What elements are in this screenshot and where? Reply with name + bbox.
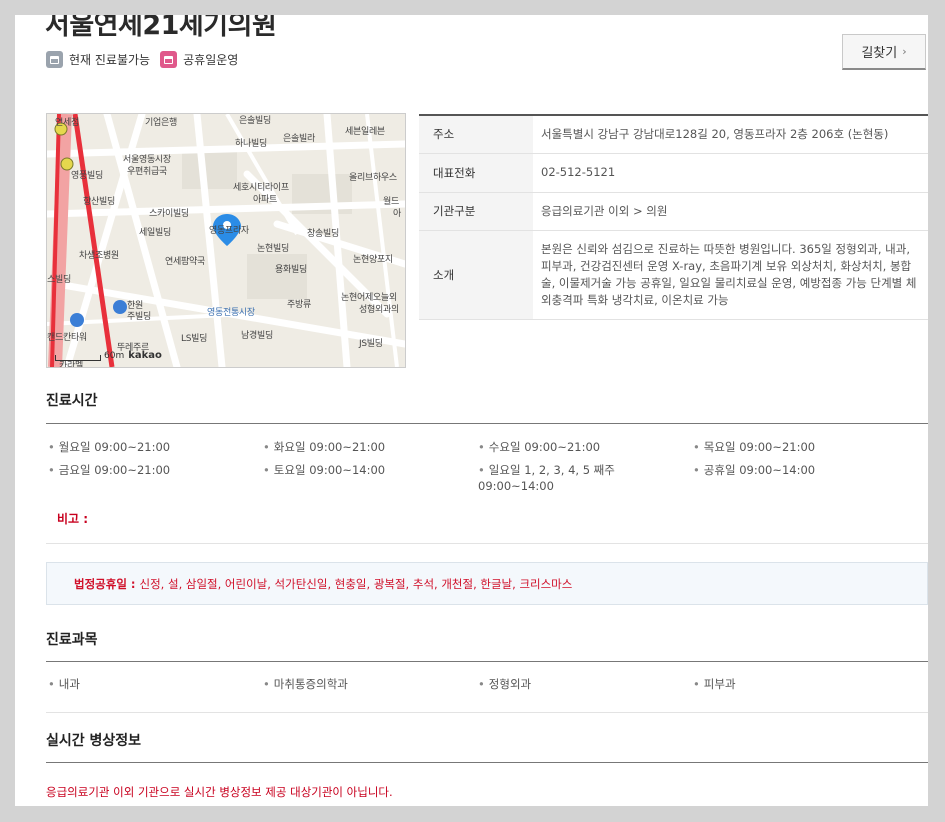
divider bbox=[46, 762, 928, 763]
clinic-name: 서울연세21세기의원 bbox=[45, 15, 277, 41]
map-label: 창송빌딩 bbox=[307, 229, 339, 239]
map-label: 캔드칸타워 bbox=[47, 333, 87, 343]
department-item: 내과 bbox=[48, 676, 80, 692]
beds-notice: 응급의료기관 이외 기관으로 실시간 병상정보 제공 대상기관이 아닙니다. bbox=[46, 785, 393, 799]
map-label: 올리브하우스 bbox=[349, 173, 397, 183]
map-label: 우편취급국 bbox=[127, 167, 167, 177]
divider bbox=[46, 661, 928, 662]
map-scale-label: 60m bbox=[104, 351, 125, 361]
map-label: 아파트 bbox=[253, 195, 277, 205]
divider bbox=[46, 423, 928, 424]
map-label: JS빌딩 bbox=[359, 339, 383, 349]
info-label: 대표전화 bbox=[419, 153, 533, 193]
beds-section-title: 실시간 병상정보 bbox=[46, 733, 142, 749]
directions-button-label: 길찾기 bbox=[861, 46, 898, 61]
legal-holidays-label: 법정공휴일 : bbox=[74, 576, 136, 591]
legal-holidays-box: 법정공휴일 : 신정, 설, 삼일절, 어린이날, 석가탄신일, 현충일, 광복… bbox=[46, 562, 928, 605]
departments-section-title: 진료과목 bbox=[46, 632, 98, 648]
map-label: 성형외과의 bbox=[359, 305, 399, 315]
divider bbox=[46, 712, 928, 713]
map-label: 은솔빌라 bbox=[283, 134, 315, 144]
schedule-item: 목요일 09:00~21:00 bbox=[693, 439, 893, 455]
divider bbox=[46, 543, 928, 544]
info-value: 본원은 신뢰와 섬김으로 진료하는 따뜻한 병원입니다. 365일 정형외과, … bbox=[533, 230, 928, 320]
schedule-item: 토요일 09:00~14:00 bbox=[263, 462, 463, 478]
map-label: LS빌딩 bbox=[181, 334, 208, 344]
info-row-phone: 대표전화 02-512-5121 bbox=[419, 153, 928, 193]
remark-label: 비고 : bbox=[57, 512, 89, 526]
map-label: 주방류 bbox=[287, 300, 311, 310]
location-map[interactable]: 연세점 기업은행 은솔빌딩 하나빌딩 은솔빌라 세븐일레븐 서울영동시장 우편취… bbox=[46, 113, 406, 368]
map-label: 스빌딩 bbox=[47, 275, 71, 285]
schedule-item: 월요일 09:00~21:00 bbox=[48, 439, 248, 455]
info-row-address: 주소 서울특별시 강남구 강남대로128길 20, 영동프라자 2층 206호 … bbox=[419, 115, 928, 154]
map-label: 영동전통시장 bbox=[207, 308, 255, 318]
map-label: 논현빌딩 bbox=[257, 244, 289, 254]
map-label: 스카이빌딩 bbox=[149, 209, 189, 219]
schedule-item: 금요일 09:00~21:00 bbox=[48, 462, 248, 478]
department-item: 정형외과 bbox=[478, 676, 531, 692]
clinic-info-table: 주소 서울특별시 강남구 강남대로128길 20, 영동프라자 2층 206호 … bbox=[419, 114, 928, 320]
map-label: 기업은행 bbox=[145, 118, 177, 128]
info-value: 서울특별시 강남구 강남대로128길 20, 영동프라자 2층 206호 (논현… bbox=[533, 115, 928, 154]
map-label: 세일빌딩 bbox=[139, 228, 171, 238]
schedule-item: 공휴일 09:00~14:00 bbox=[693, 462, 893, 478]
map-roads bbox=[47, 114, 405, 367]
map-label: 연세팜약국 bbox=[165, 257, 205, 267]
calendar-icon bbox=[46, 51, 63, 68]
department-item: 마취통증의학과 bbox=[263, 676, 348, 692]
chevron-right-icon: › bbox=[902, 45, 907, 58]
map-label: 연세점 bbox=[55, 118, 79, 128]
department-item: 피부과 bbox=[693, 676, 736, 692]
clinic-detail-panel: 서울연세21세기의원 현재 진료불가능 공휴일운영 길찾기 › 연세점 기업은행… bbox=[15, 15, 928, 806]
schedule-item: 일요일 1, 2, 3, 4, 5 째주 09:00~14:00 bbox=[478, 462, 638, 494]
hours-section-title: 진료시간 bbox=[46, 393, 98, 409]
map-scale: 60m kakao bbox=[55, 350, 162, 361]
status-badge-holiday: 공휴일운영 bbox=[183, 53, 239, 67]
map-label: 하나빌딩 bbox=[235, 139, 267, 149]
map-label: 주빌딩 bbox=[127, 312, 151, 322]
map-label: 은솔빌딩 bbox=[239, 116, 271, 126]
map-label: 영동프라자 bbox=[209, 226, 249, 236]
status-badges: 현재 진료불가능 공휴일운영 bbox=[46, 51, 248, 68]
map-label: 향산빌딩 bbox=[83, 197, 115, 207]
info-value: 02-512-5121 bbox=[533, 153, 928, 193]
legal-holidays-value: 신정, 설, 삼일절, 어린이날, 석가탄신일, 현충일, 광복절, 추석, 개… bbox=[139, 576, 573, 591]
info-row-intro: 소개 본원은 신뢰와 섬김으로 진료하는 따뜻한 병원입니다. 365일 정형외… bbox=[419, 230, 928, 320]
schedule-item: 화요일 09:00~21:00 bbox=[263, 439, 463, 455]
map-label: 남경빌딩 bbox=[241, 331, 273, 341]
schedule-item: 수요일 09:00~21:00 bbox=[478, 439, 678, 455]
map-label: 영풍빌딩 bbox=[71, 171, 103, 181]
status-badge-unavailable: 현재 진료불가능 bbox=[69, 53, 151, 67]
info-value: 응급의료기관 이외 > 의원 bbox=[533, 192, 928, 231]
info-row-type: 기관구분 응급의료기관 이외 > 의원 bbox=[419, 192, 928, 231]
directions-button[interactable]: 길찾기 › bbox=[842, 34, 926, 70]
map-provider-logo: kakao bbox=[128, 350, 162, 361]
info-label: 주소 bbox=[419, 115, 533, 154]
info-label: 소개 bbox=[419, 230, 533, 320]
map-label: 논현양포지 bbox=[353, 255, 393, 265]
map-label: 세븐일레븐 bbox=[345, 127, 385, 137]
info-label: 기관구분 bbox=[419, 192, 533, 231]
map-label: 용화빌딩 bbox=[275, 265, 307, 275]
calendar-icon bbox=[160, 51, 178, 68]
map-label: 아 bbox=[393, 209, 401, 219]
map-label: 차생조병원 bbox=[79, 251, 119, 261]
